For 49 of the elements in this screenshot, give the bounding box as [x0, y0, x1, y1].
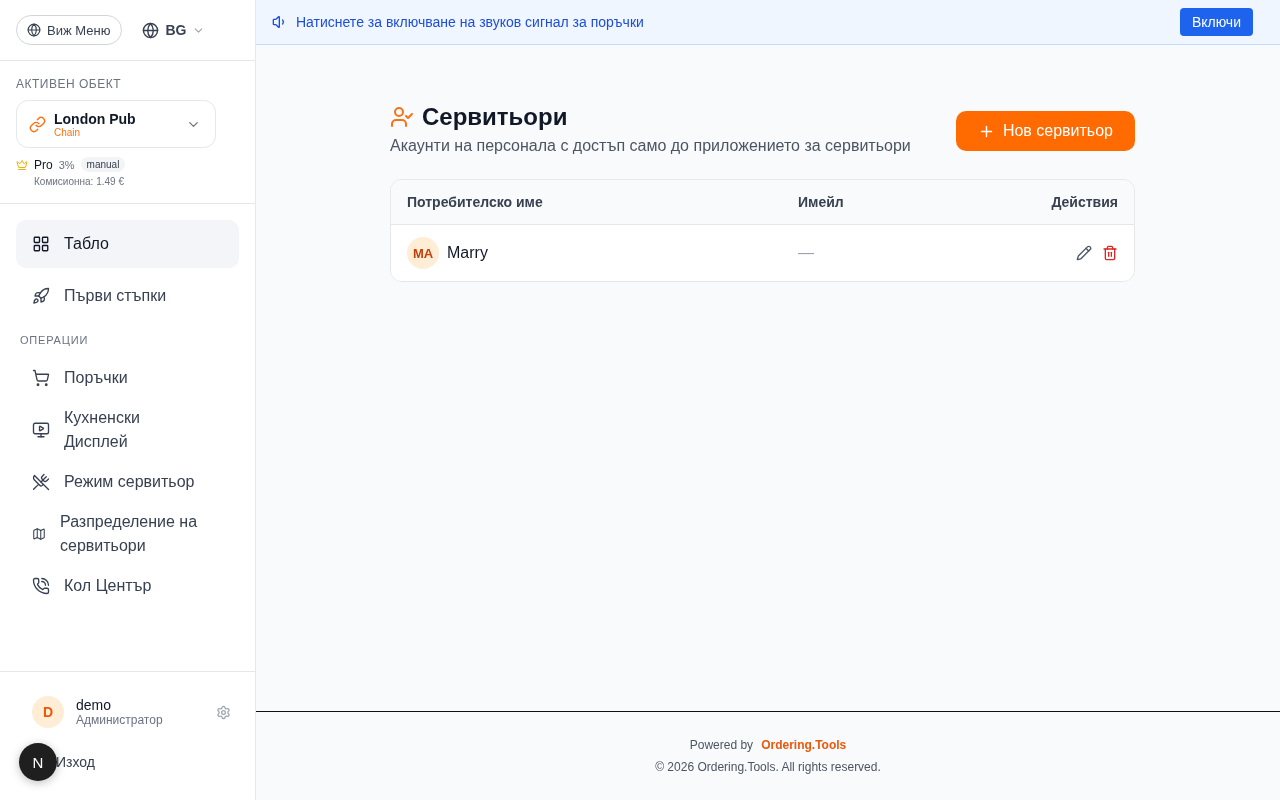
column-header: Потребителско име	[407, 194, 544, 210]
user-check-icon	[390, 105, 414, 129]
nav-item[interactable]: Кол Център	[16, 562, 239, 610]
page-subtitle: Акаунти на персонала с достъп само до приложението за сервитьори	[390, 137, 911, 155]
email-cell-text: —	[798, 244, 815, 262]
language-select[interactable]: BG	[142, 21, 206, 39]
menu-button[interactable]: Виж Меню	[16, 15, 123, 45]
section-heading: АКТИВЕН ОБЕКТ	[16, 77, 122, 91]
object-select[interactable]: London Pub Chain	[16, 100, 216, 148]
rocket-icon	[32, 287, 50, 305]
nav-item[interactable]: Табло	[16, 220, 239, 268]
user-name: demo	[76, 697, 113, 713]
username-cell: Marry	[447, 244, 488, 262]
phone-icon	[32, 577, 50, 595]
powered-by-text: Powered by	[689, 738, 754, 752]
copyright-text: © 2026 Ordering.Tools. All rights reserved.	[655, 760, 881, 774]
delete-button[interactable]	[1102, 245, 1118, 261]
nav-item[interactable]: Поръчки	[16, 354, 239, 402]
logout-link[interactable]: Изход	[56, 754, 239, 770]
settings-icon[interactable]	[216, 704, 231, 720]
crown-icon	[16, 158, 28, 171]
map-icon	[32, 527, 46, 541]
commission-text: Комисионна: 1.49 €	[34, 176, 125, 187]
edit-button[interactable]	[1076, 245, 1092, 261]
globe-icon	[27, 23, 41, 37]
initials-avatar: MA	[407, 237, 439, 269]
object-name: London Pub	[54, 110, 137, 127]
cart-icon	[32, 369, 50, 387]
column-header: Имейл	[798, 194, 845, 210]
enable-button[interactable]: Включи	[1179, 8, 1253, 36]
plan-name: Pro	[34, 157, 53, 172]
monitor-icon	[32, 421, 50, 439]
nav-item[interactable]: Разпределение на сервитьори	[16, 510, 239, 558]
user-role: Администратор	[76, 713, 164, 727]
link-icon	[29, 115, 46, 133]
nav-item[interactable]: Режим сервитьор	[16, 458, 239, 506]
banner-text: Натиснете за включване на звуков сигнал за поръчки	[296, 14, 645, 30]
page-title: Сервитьори	[422, 103, 568, 131]
object-type: Chain	[54, 126, 82, 138]
mode-tag: manual	[80, 157, 126, 172]
column-header: Действия	[1050, 194, 1118, 210]
globe-icon	[142, 21, 160, 39]
utensils-icon	[32, 473, 50, 491]
grid-icon	[32, 235, 50, 253]
plan-percent: 3%	[58, 158, 75, 171]
user-avatar: D	[32, 696, 64, 728]
nav-section-heading: ОПЕРАЦИИ	[19, 333, 90, 348]
nav-item[interactable]: Кухненски Дисплей	[16, 406, 239, 454]
nav-item[interactable]: Първи стъпки	[16, 272, 239, 320]
